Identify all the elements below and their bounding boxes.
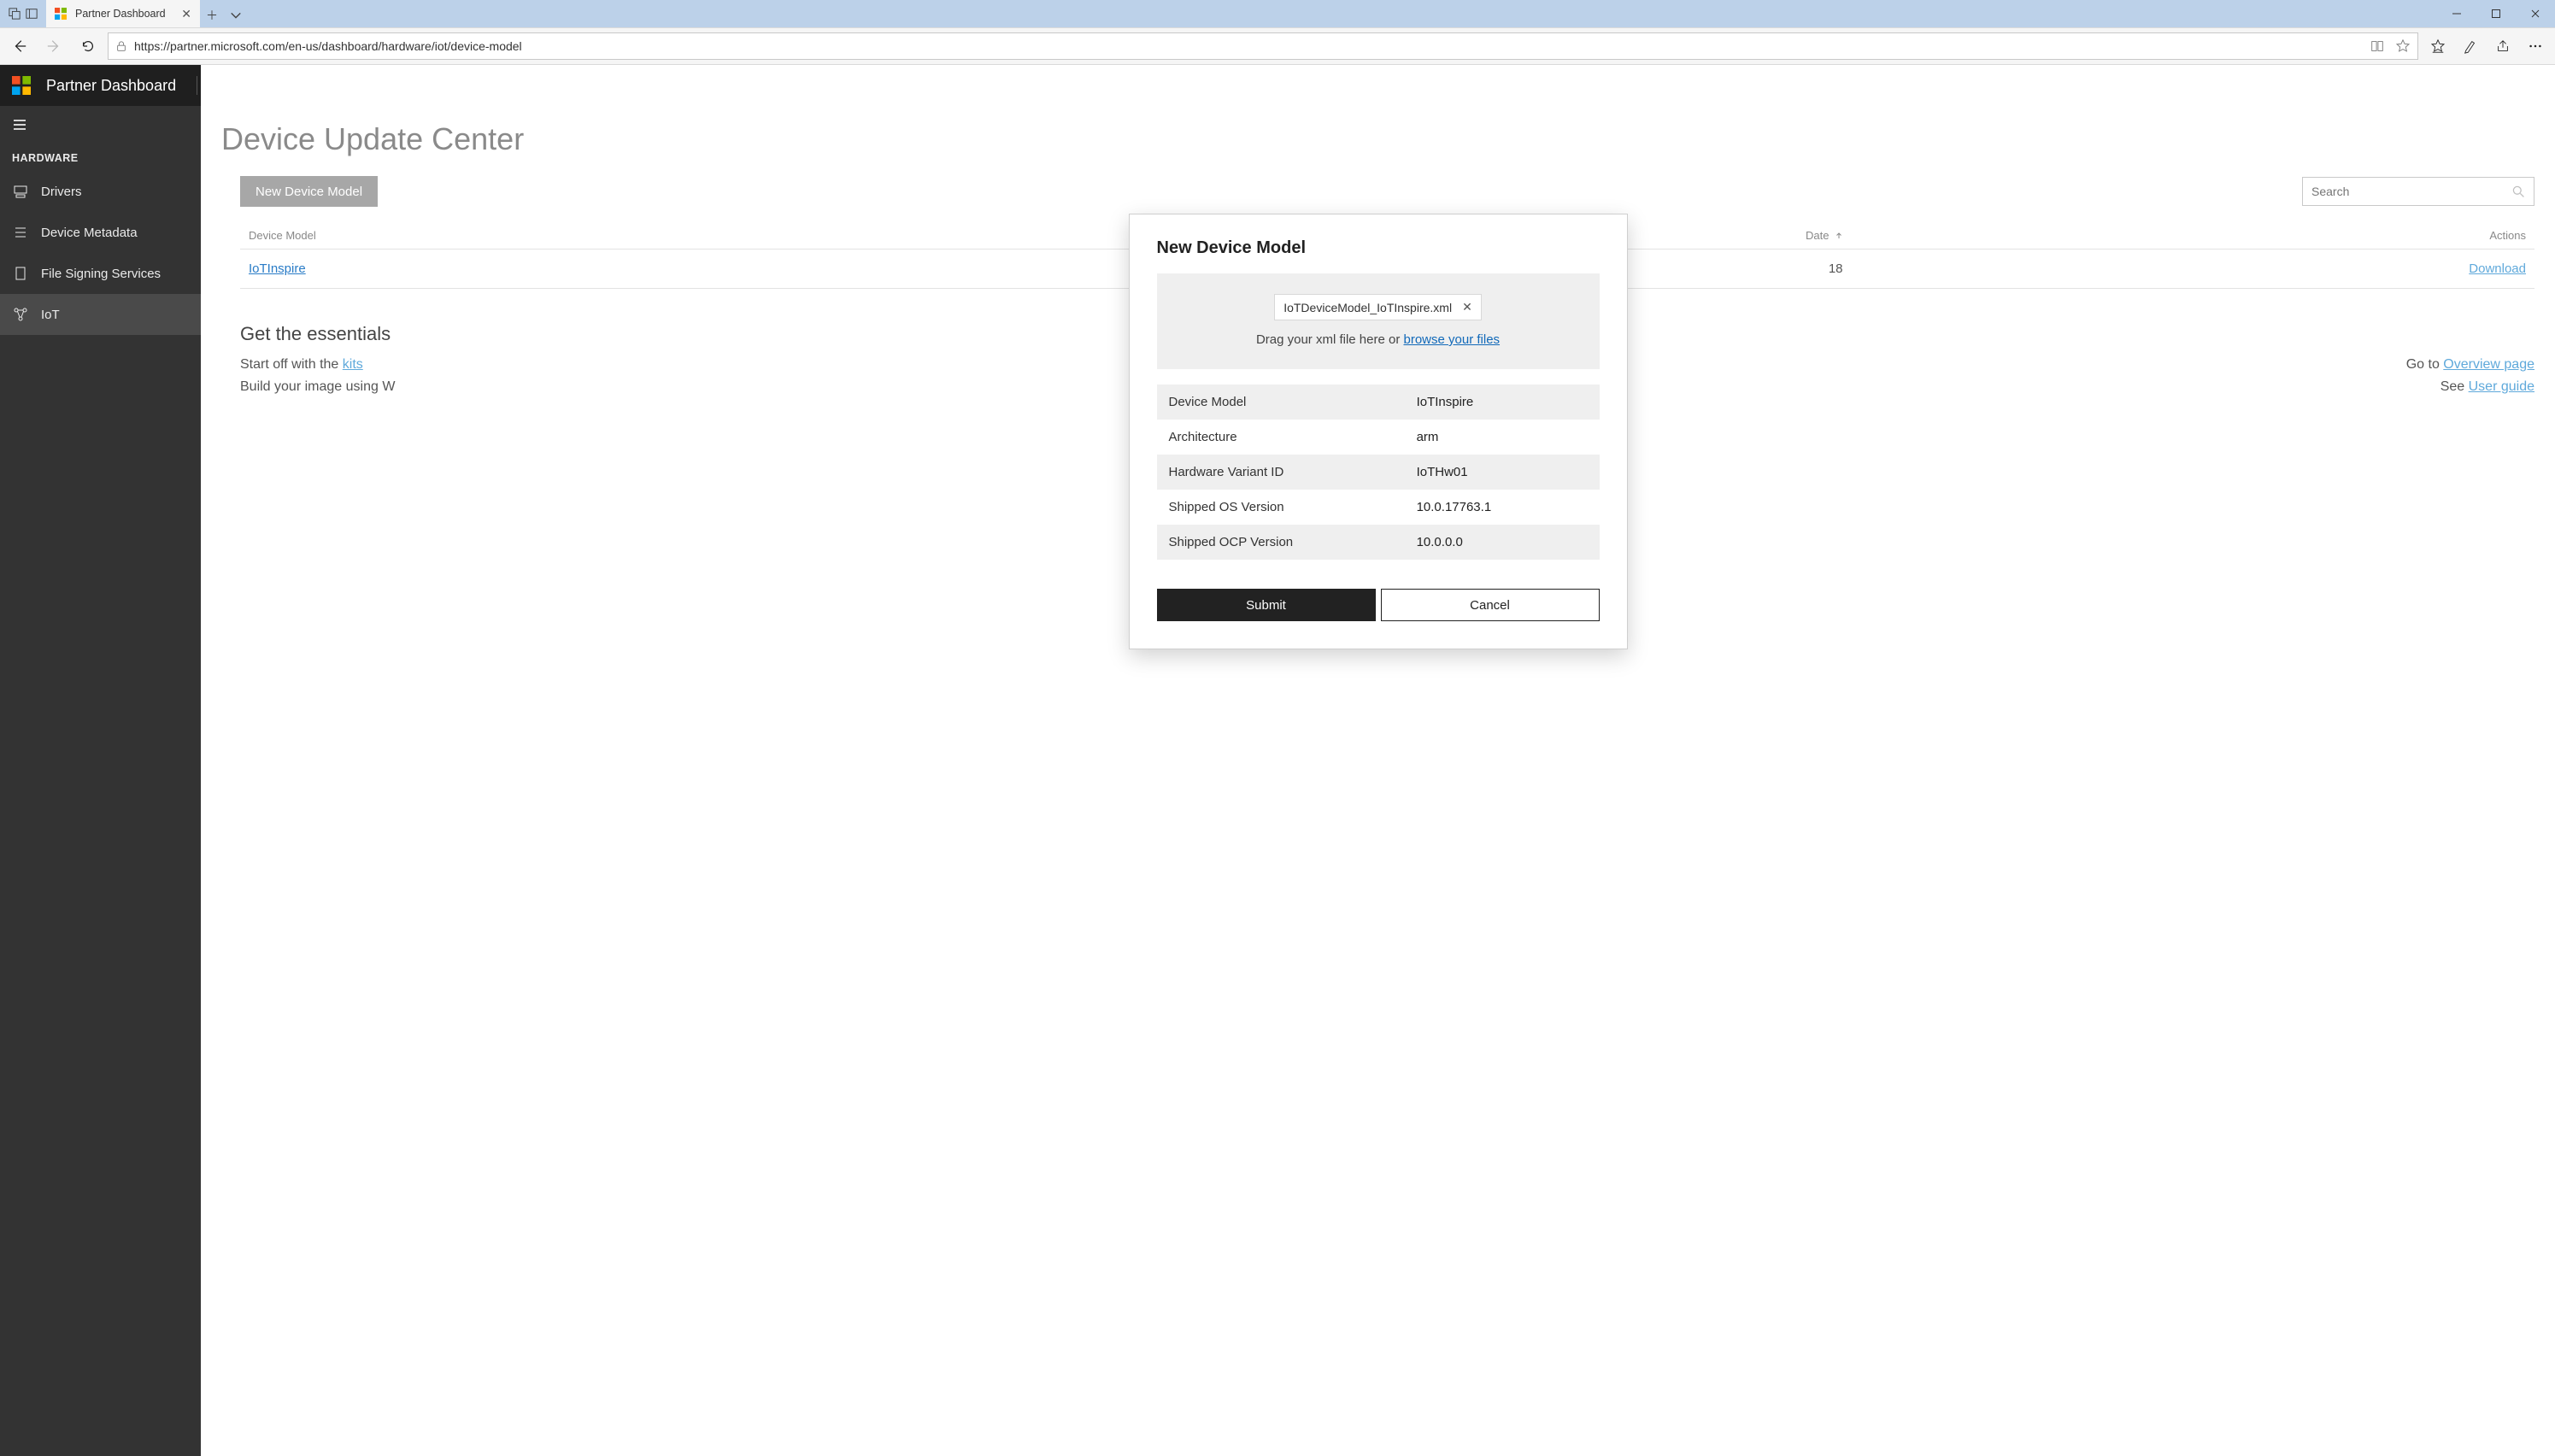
url-box[interactable]: https://partner.microsoft.com/en-us/dash… <box>108 32 2418 60</box>
share-icon[interactable] <box>2488 32 2517 61</box>
sidebar-item-iot[interactable]: IoT <box>0 294 201 335</box>
tab-title: Partner Dashboard <box>75 8 166 20</box>
browser-tab-strip: Partner Dashboard ✕ ＋ <box>0 0 2555 27</box>
search-box[interactable] <box>2302 177 2534 206</box>
new-tab-button[interactable]: ＋ <box>200 3 224 27</box>
sidebar-item-file-signing[interactable]: File Signing Services <box>0 253 201 294</box>
tab-overflow-button[interactable] <box>224 3 248 27</box>
favorites-hub-icon[interactable] <box>2423 32 2452 61</box>
file-drop-zone[interactable]: IoTDeviceModel_IoTInspire.xml ✕ Drag you… <box>1157 273 1600 369</box>
window-maximize-button[interactable] <box>2476 0 2516 27</box>
more-icon[interactable] <box>2521 32 2550 61</box>
kv-row: Shipped OS Version10.0.17763.1 <box>1157 490 1600 525</box>
remove-file-icon[interactable]: ✕ <box>1462 300 1472 314</box>
submit-button[interactable]: Submit <box>1157 589 1376 621</box>
new-device-model-button[interactable]: New Device Model <box>240 176 378 207</box>
search-input[interactable] <box>2311 185 2511 198</box>
kv-row: Architecturearm <box>1157 420 1600 455</box>
uploaded-file-name: IoTDeviceModel_IoTInspire.xml <box>1283 301 1452 314</box>
overview-page-link[interactable]: Overview page <box>2443 357 2534 372</box>
new-device-model-modal: New Device Model IoTDeviceModel_IoTInspi… <box>1129 214 1628 649</box>
cancel-button[interactable]: Cancel <box>1381 589 1600 621</box>
kv-row: Device ModelIoTInspire <box>1157 385 1600 420</box>
essentials-overview-line: Go to Overview page <box>2406 357 2534 373</box>
notes-icon[interactable] <box>2456 32 2485 61</box>
col-device-model[interactable]: Device Model <box>249 229 1160 242</box>
essentials-kits-line: Start off with the kits <box>240 357 363 373</box>
content-area: Device Update Center New Device Model De… <box>201 65 2555 1456</box>
kits-link[interactable]: kits <box>343 357 363 372</box>
url-text: https://partner.microsoft.com/en-us/dash… <box>134 39 522 53</box>
modal-title: New Device Model <box>1157 238 1600 258</box>
sidebar-item-label: Device Metadata <box>41 226 138 240</box>
search-icon <box>2511 185 2525 198</box>
sidebar-item-label: IoT <box>41 308 60 322</box>
user-guide-link[interactable]: User guide <box>2469 379 2534 394</box>
iot-icon <box>12 307 29 322</box>
browser-tab[interactable]: Partner Dashboard ✕ <box>46 0 200 27</box>
reading-view-icon[interactable] <box>2370 38 2385 54</box>
set-aside-tabs-icon[interactable] <box>26 8 38 20</box>
uploaded-file-chip: IoTDeviceModel_IoTInspire.xml ✕ <box>1274 294 1482 320</box>
col-actions: Actions <box>1843 229 2527 242</box>
file-signing-icon <box>12 266 29 281</box>
essentials-build-line: Build your image using W <box>240 379 395 395</box>
sidebar-item-label: Drivers <box>41 185 82 199</box>
sidebar-item-drivers[interactable]: Drivers <box>0 171 201 212</box>
sort-asc-icon <box>1835 232 1843 240</box>
sidebar: HARDWARE Drivers Device Metadata File Si… <box>0 65 201 1456</box>
sidebar-item-device-metadata[interactable]: Device Metadata <box>0 212 201 253</box>
tab-close-icon[interactable]: ✕ <box>181 7 191 21</box>
device-model-details-table: Device ModelIoTInspire Architecturearm H… <box>1157 385 1600 560</box>
forward-button[interactable] <box>39 32 68 61</box>
sidebar-item-label: File Signing Services <box>41 267 161 281</box>
browser-address-bar: https://partner.microsoft.com/en-us/dash… <box>0 27 2555 65</box>
kv-row: Hardware Variant IDIoTHw01 <box>1157 455 1600 490</box>
essentials-userguide-line: See User guide <box>2440 379 2534 395</box>
page-title: Device Update Center <box>221 121 2534 157</box>
app-brand[interactable]: Partner Dashboard <box>46 77 176 95</box>
hamburger-icon[interactable] <box>12 117 27 132</box>
drop-hint: Drag your xml file here or browse your f… <box>1157 332 1600 347</box>
kv-row: Shipped OCP Version10.0.0.0 <box>1157 525 1600 560</box>
drivers-icon <box>12 184 29 199</box>
row-model-link[interactable]: IoTInspire <box>249 261 306 276</box>
metadata-icon <box>12 225 29 240</box>
window-close-button[interactable] <box>2516 0 2555 27</box>
back-button[interactable] <box>5 32 34 61</box>
browse-files-link[interactable]: browse your files <box>1404 332 1501 347</box>
sidebar-section-label: HARDWARE <box>0 144 201 171</box>
refresh-button[interactable] <box>73 32 103 61</box>
window-minimize-button[interactable] <box>2437 0 2476 27</box>
row-download-link[interactable]: Download <box>2469 261 2526 276</box>
lock-icon <box>115 40 127 52</box>
ms-logo-icon <box>12 76 31 95</box>
favorite-star-icon[interactable] <box>2395 38 2411 54</box>
tab-actions-icon[interactable] <box>9 8 21 20</box>
ms-favicon <box>55 8 67 20</box>
